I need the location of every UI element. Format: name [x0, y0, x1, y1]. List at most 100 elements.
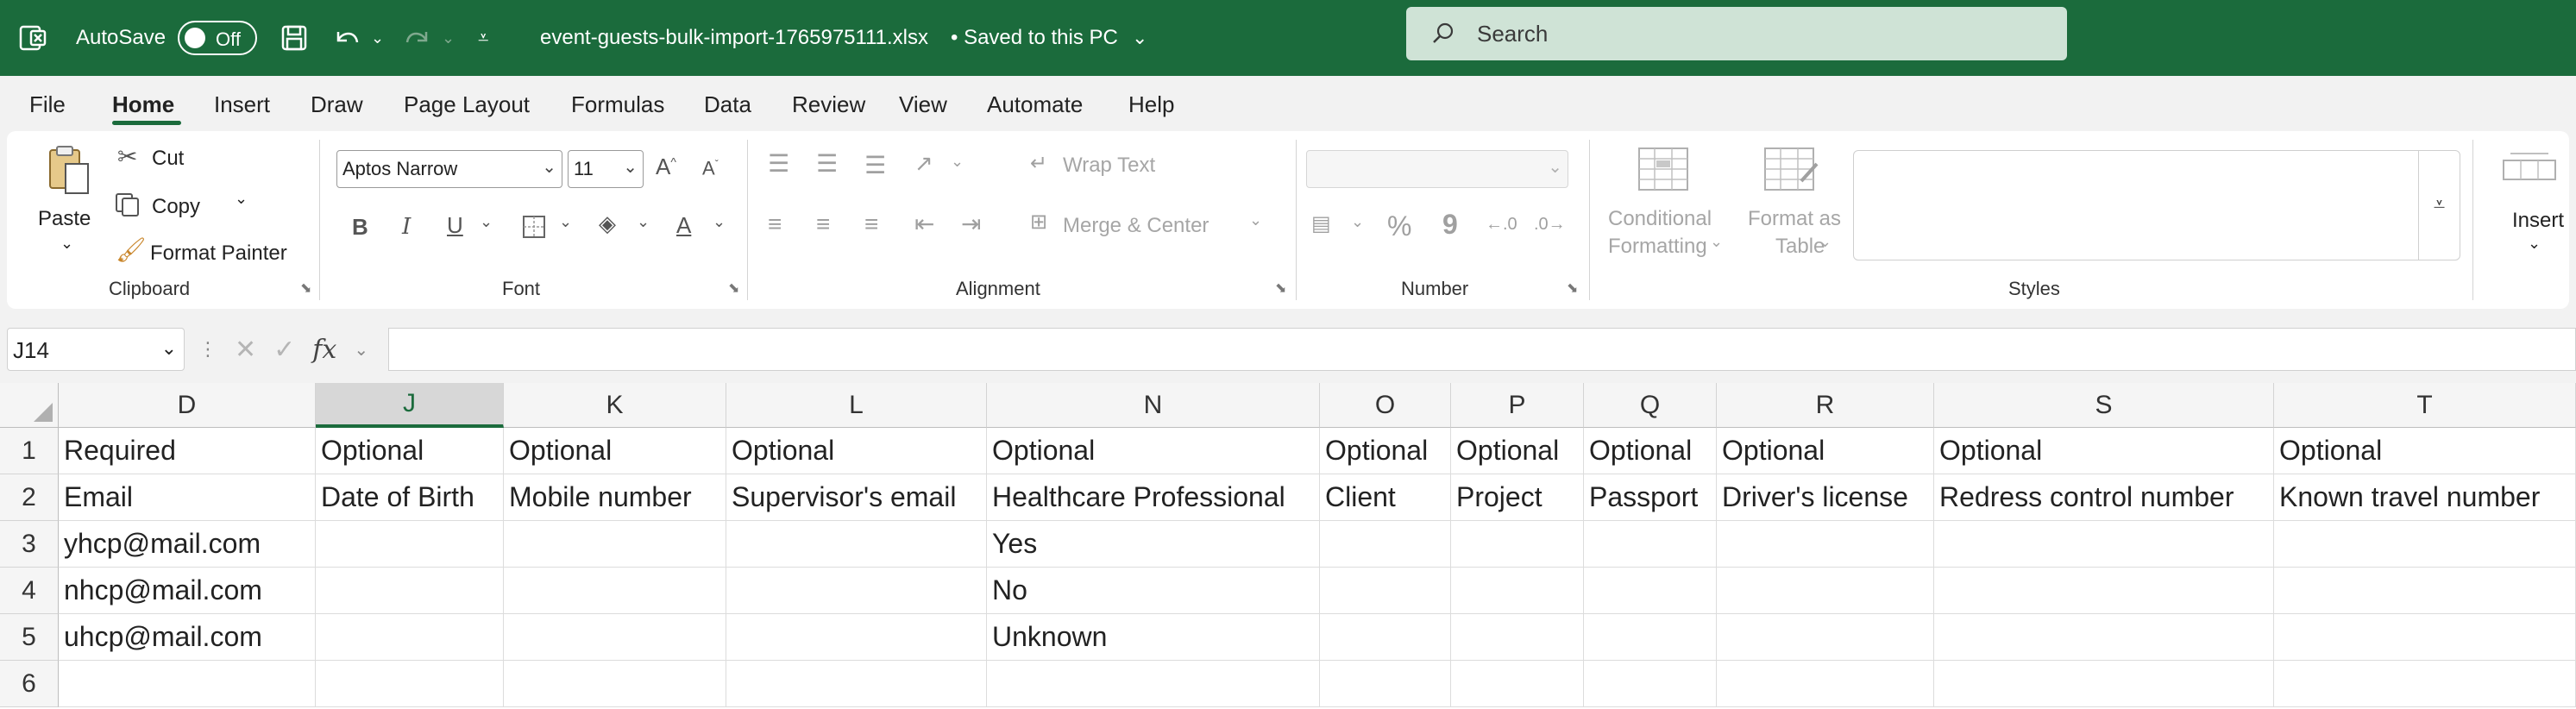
autosave-toggle[interactable]: Off — [178, 21, 257, 55]
cell-n2[interactable]: Healthcare Professional — [987, 474, 1320, 521]
cell-d2[interactable]: Email — [59, 474, 316, 521]
cell-k2[interactable]: Mobile number — [504, 474, 726, 521]
increase-indent-icon[interactable]: ⇥ — [961, 212, 981, 236]
cell-p3[interactable] — [1451, 521, 1584, 568]
format-as-table-icon[interactable] — [1763, 147, 1819, 198]
row-header-2[interactable]: 2 — [0, 474, 59, 521]
cell-p1[interactable]: Optional — [1451, 428, 1584, 474]
cancel-icon[interactable]: ✕ — [235, 335, 256, 365]
conditional-formatting-label-2[interactable]: Formatting — [1608, 235, 1707, 259]
cell-q3[interactable] — [1584, 521, 1717, 568]
cell-k3[interactable] — [504, 521, 726, 568]
save-status-chevron-icon[interactable]: ⌄ — [1132, 0, 1147, 76]
paste-icon[interactable] — [45, 143, 93, 201]
excel-app-icon[interactable] — [19, 0, 48, 76]
customize-toolbar-icon[interactable]: ⩡ — [478, 0, 488, 76]
cell-r5[interactable] — [1717, 614, 1934, 661]
save-icon[interactable] — [280, 0, 309, 76]
orientation-icon[interactable]: ↗ — [914, 152, 933, 174]
cell-n1[interactable]: Optional — [987, 428, 1320, 474]
cell-n3[interactable]: Yes — [987, 521, 1320, 568]
cell-l5[interactable] — [726, 614, 987, 661]
cell-o4[interactable] — [1320, 568, 1451, 614]
font-size-select[interactable]: 11 ⌄ — [568, 150, 644, 188]
column-header-j[interactable]: J — [316, 383, 504, 428]
cell-styles-gallery[interactable]: ⩡ — [1853, 150, 2460, 260]
cell-r6[interactable] — [1717, 661, 1934, 707]
cell-j2[interactable]: Date of Birth — [316, 474, 504, 521]
undo-icon[interactable] — [331, 0, 362, 76]
accounting-format-icon[interactable]: ▤ — [1311, 214, 1331, 235]
cell-l2[interactable]: Supervisor's email — [726, 474, 987, 521]
align-bottom-icon[interactable]: ☰ — [864, 154, 886, 178]
cell-j4[interactable] — [316, 568, 504, 614]
cell-s6[interactable] — [1934, 661, 2274, 707]
merge-dropdown-icon[interactable]: ⌄ — [1249, 212, 1262, 228]
wrap-text-button[interactable]: Wrap Text — [1063, 154, 1155, 178]
enter-icon[interactable]: ✓ — [273, 335, 295, 365]
underline-icon[interactable]: U — [447, 214, 463, 236]
tab-view[interactable]: View — [899, 91, 947, 118]
format-painter-button[interactable]: Format Painter — [150, 242, 287, 266]
cut-icon[interactable]: ✂ — [117, 145, 137, 169]
decrease-decimal-icon[interactable]: .0→ — [1534, 216, 1566, 233]
underline-dropdown-icon[interactable]: ⌄ — [480, 214, 493, 229]
cell-o5[interactable] — [1320, 614, 1451, 661]
cell-s4[interactable] — [1934, 568, 2274, 614]
cell-n4[interactable]: No — [987, 568, 1320, 614]
format-as-table-label-2[interactable]: Table — [1775, 235, 1825, 259]
cell-o2[interactable]: Client — [1320, 474, 1451, 521]
cell-r4[interactable] — [1717, 568, 1934, 614]
conditional-formatting-icon[interactable] — [1637, 147, 1689, 196]
cell-r2[interactable]: Driver's license — [1717, 474, 1934, 521]
cell-l3[interactable] — [726, 521, 987, 568]
tab-insert[interactable]: Insert — [214, 91, 270, 118]
fill-color-dropdown-icon[interactable]: ⌄ — [637, 214, 650, 229]
cell-t5[interactable] — [2274, 614, 2576, 661]
cell-t1[interactable]: Optional — [2274, 428, 2576, 474]
paste-button[interactable]: Paste — [38, 207, 91, 231]
decrease-indent-icon[interactable]: ⇤ — [914, 212, 934, 236]
row-header-4[interactable]: 4 — [0, 568, 59, 614]
fill-color-icon[interactable]: ◈ — [599, 212, 616, 235]
cell-p2[interactable]: Project — [1451, 474, 1584, 521]
copy-dropdown-icon[interactable]: ⌄ — [235, 190, 248, 208]
cell-j6[interactable] — [316, 661, 504, 707]
format-as-table-label-1[interactable]: Format as — [1748, 207, 1841, 231]
paste-dropdown-icon[interactable]: ⌄ — [60, 235, 73, 253]
tab-page-layout[interactable]: Page Layout — [404, 91, 530, 118]
font-launcher-icon[interactable]: ⬊ — [728, 279, 739, 297]
cell-d6[interactable] — [59, 661, 316, 707]
insert-function-icon[interactable]: fx — [312, 335, 336, 365]
tab-automate[interactable]: Automate — [987, 91, 1083, 118]
cell-d5[interactable]: uhcp@mail.com — [59, 614, 316, 661]
file-name[interactable]: event-guests-bulk-import-1765975111.xlsx — [540, 0, 928, 76]
cell-l1[interactable]: Optional — [726, 428, 987, 474]
cell-t4[interactable] — [2274, 568, 2576, 614]
column-header-p[interactable]: P — [1451, 383, 1584, 428]
cell-o3[interactable] — [1320, 521, 1451, 568]
cell-n5[interactable]: Unknown — [987, 614, 1320, 661]
alignment-launcher-icon[interactable]: ⬊ — [1275, 279, 1286, 297]
more-options-icon[interactable]: ⋮ — [198, 338, 217, 361]
formula-input[interactable] — [388, 328, 2576, 371]
cell-t3[interactable] — [2274, 521, 2576, 568]
cell-k5[interactable] — [504, 614, 726, 661]
tab-home[interactable]: Home — [112, 91, 174, 118]
cut-button[interactable]: Cut — [152, 147, 184, 171]
cell-s1[interactable]: Optional — [1934, 428, 2274, 474]
align-top-icon[interactable]: ☰ — [768, 152, 789, 176]
cell-t2[interactable]: Known travel number — [2274, 474, 2576, 521]
column-header-s[interactable]: S — [1934, 383, 2274, 428]
row-header-3[interactable]: 3 — [0, 521, 59, 568]
font-color-dropdown-icon[interactable]: ⌄ — [713, 214, 726, 229]
tab-data[interactable]: Data — [704, 91, 751, 118]
font-name-select[interactable]: Aptos Narrow ⌄ — [336, 150, 562, 188]
cell-k6[interactable] — [504, 661, 726, 707]
name-box[interactable]: J14 ⌄ — [7, 328, 185, 371]
copy-button[interactable]: Copy — [152, 195, 200, 219]
spreadsheet-grid[interactable]: D J K L N O P Q R S T 1 Required Optional Optional Opti… — [0, 383, 2576, 709]
cell-j1[interactable]: Optional — [316, 428, 504, 474]
increase-font-size-icon[interactable]: A^ — [656, 155, 676, 178]
cell-t6[interactable] — [2274, 661, 2576, 707]
